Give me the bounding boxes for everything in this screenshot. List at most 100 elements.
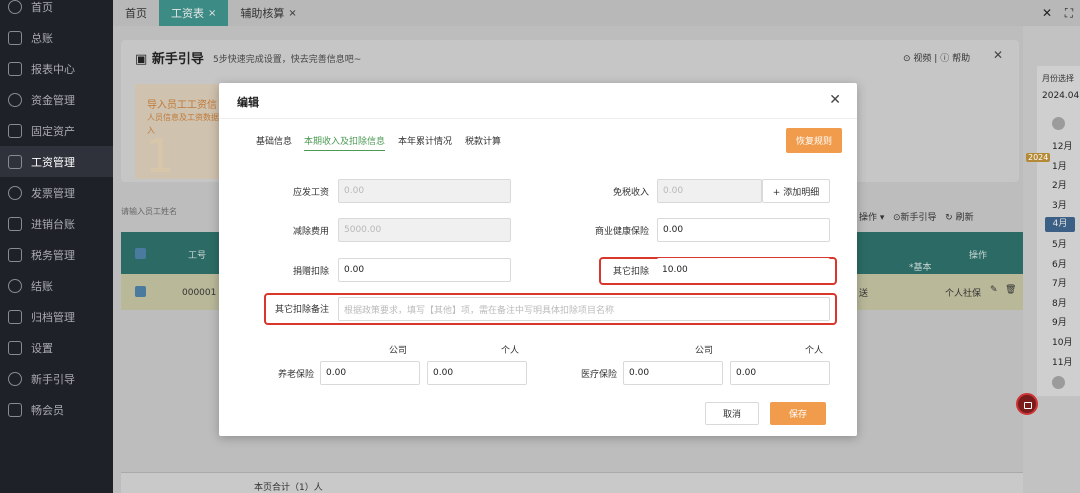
pension-company-field[interactable]: 0.00: [320, 361, 420, 385]
header-basic: *基本: [909, 263, 932, 273]
month-option[interactable]: 11月: [1052, 355, 1072, 368]
sidebar-item[interactable]: 固定资产: [0, 115, 113, 146]
ops-button[interactable]: 操作 ▾: [859, 213, 884, 223]
help-link[interactable]: ⓘ 帮助: [940, 54, 970, 64]
refresh-button[interactable]: ↻ 刷新: [945, 213, 973, 223]
month-option[interactable]: 1月: [1052, 159, 1067, 172]
sidebar-item[interactable]: 工资管理: [0, 146, 113, 177]
tab-label: 首页: [125, 7, 147, 20]
ledger-icon: [8, 30, 22, 45]
medical-label: 医疗保险: [580, 370, 617, 380]
chevron-up-icon[interactable]: [1052, 117, 1065, 130]
sidebar-item-label: 进销台账: [31, 217, 75, 231]
month-option[interactable]: 4月: [1045, 217, 1075, 233]
tab-annual-cumulative[interactable]: 本年累计情况: [398, 134, 452, 147]
other-deduction-note-label: 其它扣除备注: [274, 305, 329, 315]
month-option[interactable]: 12月: [1052, 139, 1072, 152]
sidebar-item-label: 固定资产: [31, 124, 75, 138]
month-option[interactable]: 6月: [1052, 257, 1067, 270]
sidebar-item[interactable]: 报表中心: [0, 53, 113, 84]
sidebar-item[interactable]: 税务管理: [0, 239, 113, 270]
invoice-icon: [8, 185, 22, 200]
health-insurance-field[interactable]: 0.00: [657, 218, 830, 242]
table-footer: 本页合计（1）人: [121, 472, 1023, 493]
tax-icon: [8, 247, 22, 262]
ops-label: 操作: [859, 213, 878, 223]
sidebar-item-label: 工资管理: [31, 155, 75, 169]
sidebar-item[interactable]: 新手引导: [0, 363, 113, 394]
medical-personal-field[interactable]: 0.00: [730, 361, 830, 385]
deduction-fee-field[interactable]: 5000.00: [338, 218, 511, 242]
video-link[interactable]: ⊙ 视频: [903, 54, 931, 64]
sidebar: 首页总账报表中心 资金管理固定资产工资管理发票管理进销台账税务管理结账 归档管理设置…: [0, 0, 113, 493]
chevron-down-icon[interactable]: [1052, 376, 1065, 389]
sidebar-item[interactable]: 总账: [0, 22, 113, 53]
search-input[interactable]: 请输入员工姓名: [121, 206, 177, 217]
add-detail-button[interactable]: + 添加明细: [762, 179, 830, 203]
medical-company-field[interactable]: 0.00: [623, 361, 723, 385]
close-icon[interactable]: ×: [288, 8, 296, 19]
sidebar-item[interactable]: 归档管理: [0, 301, 113, 332]
donation-field[interactable]: 0.00: [338, 258, 511, 282]
sidebar-item[interactable]: 畅会员: [0, 394, 113, 425]
gross-salary-field[interactable]: 0.00: [338, 179, 511, 203]
cancel-button[interactable]: 取消: [705, 402, 759, 425]
edit-icon[interactable]: ✎: [990, 285, 998, 295]
footer-total: 本页合计（1）人: [254, 483, 323, 493]
tab-bar: 首页 工资表 × 辅助核算 × ✕ ⛶: [113, 0, 1080, 26]
sidebar-item[interactable]: 发票管理: [0, 177, 113, 208]
tab-aux-accounting[interactable]: 辅助核算 ×: [228, 0, 308, 26]
select-all-checkbox[interactable]: [135, 248, 146, 259]
tab-basic-info[interactable]: 基础信息: [256, 134, 292, 147]
sidebar-item-label: 总账: [31, 31, 53, 45]
restore-rule-button[interactable]: 恢复规则: [786, 128, 842, 153]
save-button[interactable]: 保存: [770, 402, 826, 425]
chat-icon[interactable]: [1016, 393, 1038, 415]
close-icon[interactable]: ✕: [1036, 0, 1058, 26]
header-action: 操作: [969, 251, 988, 261]
sidebar-item[interactable]: 设置: [0, 332, 113, 363]
guide-step-card[interactable]: 导入员工工资信 人员信息及工资数据导入 1: [135, 84, 230, 183]
close-icon[interactable]: ×: [208, 8, 216, 19]
month-option[interactable]: 8月: [1052, 296, 1067, 309]
month-option[interactable]: 5月: [1052, 237, 1067, 250]
tab-income-deduction[interactable]: 本期收入及扣除信息: [304, 134, 386, 151]
guide-icon: [8, 371, 22, 386]
sidebar-item[interactable]: 首页: [0, 0, 113, 22]
step-number: 1: [145, 129, 175, 183]
salary-icon: [8, 154, 22, 169]
pension-personal-field[interactable]: 0.00: [427, 361, 527, 385]
month-picker-year: 2024.04: [1042, 91, 1080, 101]
month-option[interactable]: 2月: [1052, 178, 1067, 191]
sidebar-item-label: 发票管理: [31, 186, 75, 200]
delete-icon[interactable]: 🗑: [1005, 285, 1016, 295]
month-option[interactable]: 9月: [1052, 315, 1067, 328]
row-checkbox[interactable]: [135, 286, 146, 297]
tab-label: 工资表: [171, 7, 204, 20]
sidebar-item[interactable]: 进销台账: [0, 208, 113, 239]
help-label: 帮助: [952, 54, 971, 64]
sidebar-item-label: 设置: [31, 341, 53, 355]
tab-home[interactable]: 首页: [113, 0, 159, 26]
tab-salary-sheet[interactable]: 工资表 ×: [159, 0, 229, 26]
sidebar-item-label: 畅会员: [31, 403, 64, 417]
archive-icon: [8, 309, 22, 324]
fullscreen-icon[interactable]: ⛶: [1058, 0, 1080, 26]
month-option[interactable]: 10月: [1052, 335, 1072, 348]
sidebar-item[interactable]: 结账: [0, 270, 113, 301]
close-icon[interactable]: ✕: [829, 92, 841, 108]
month-option[interactable]: 3月: [1052, 198, 1067, 211]
other-deduction-note-field[interactable]: 根据政策要求，填写【其他】项，需在备注中写明具体扣除项目名称: [338, 297, 830, 321]
sidebar-item[interactable]: 资金管理: [0, 84, 113, 115]
tab-tax-calc[interactable]: 税款计算: [465, 134, 501, 147]
tax-free-income-field[interactable]: 0.00: [657, 179, 762, 203]
month-option[interactable]: 7月: [1052, 276, 1067, 289]
row-action[interactable]: 个人社保: [945, 286, 981, 299]
guide-button[interactable]: ⊙新手引导: [893, 213, 937, 223]
other-deduction-field[interactable]: 10.00: [657, 258, 830, 282]
close-icon[interactable]: ✕: [993, 48, 1003, 62]
tax-free-income-label: 免税收入: [612, 188, 649, 198]
guide-title: ▣ 新手引导: [135, 52, 204, 67]
sidebar-item-label: 税务管理: [31, 248, 75, 262]
gross-salary-label: 应发工资: [292, 188, 329, 198]
